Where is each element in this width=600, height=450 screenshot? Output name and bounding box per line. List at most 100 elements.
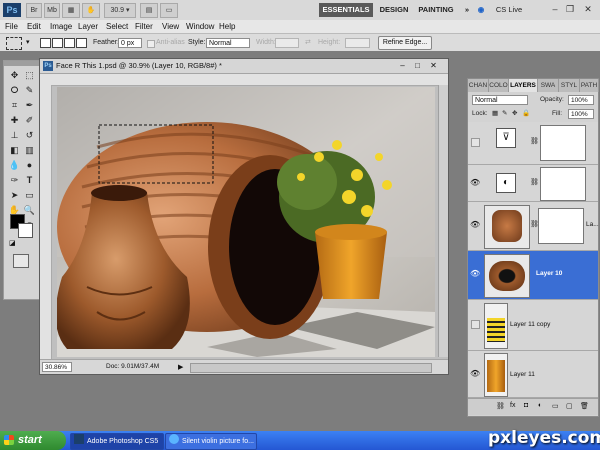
layer-name[interactable]: Layer 10 bbox=[536, 269, 562, 278]
minimize-icon[interactable]: – bbox=[549, 3, 561, 15]
eye-icon[interactable]: 👁 bbox=[470, 269, 480, 279]
layer-row[interactable]: 👁 ⛓ La... bbox=[468, 202, 599, 251]
feather-input[interactable]: 0 px bbox=[118, 38, 142, 48]
more-workspaces-button[interactable]: » bbox=[460, 3, 474, 17]
link-layers-icon[interactable]: ⛓ bbox=[496, 402, 505, 410]
new-group-icon[interactable]: ▭ bbox=[552, 402, 559, 410]
menu-layer[interactable]: Layer bbox=[78, 20, 98, 33]
document-size-info[interactable]: Doc: 9.01M/37.4M bbox=[106, 363, 159, 370]
bridge-button[interactable]: Br bbox=[26, 3, 42, 18]
eye-icon[interactable]: 👁 bbox=[470, 220, 480, 230]
hand-view-icon[interactable]: ✋ bbox=[82, 3, 100, 18]
refine-edge-button[interactable]: Refine Edge... bbox=[378, 36, 432, 50]
dodge-tool-icon[interactable]: ● bbox=[23, 159, 36, 172]
status-menu-arrow-icon[interactable]: ▶ bbox=[178, 363, 183, 371]
tab-layers[interactable]: LAYERS bbox=[509, 79, 538, 92]
menu-help[interactable]: Help bbox=[219, 20, 235, 33]
background-color-swatch[interactable] bbox=[18, 223, 33, 238]
layer-row-selected[interactable]: 👁 Layer 10 bbox=[468, 251, 598, 300]
swap-dimensions-icon[interactable]: ⇄ bbox=[305, 38, 311, 48]
lock-all-icon[interactable]: 🔒 bbox=[522, 109, 530, 119]
menu-window[interactable]: Window bbox=[186, 20, 214, 33]
tab-styles[interactable]: STYL bbox=[559, 79, 580, 92]
restore-icon[interactable]: ❐ bbox=[564, 3, 576, 15]
height-input[interactable] bbox=[345, 38, 370, 48]
layer-mask-thumbnail[interactable] bbox=[540, 167, 586, 201]
blend-mode-select[interactable]: Normal bbox=[472, 95, 528, 105]
doc-minimize-icon[interactable]: – bbox=[397, 60, 408, 71]
doc-close-icon[interactable]: ✕ bbox=[428, 60, 439, 71]
guides-view-icon[interactable]: ▦ bbox=[62, 3, 80, 18]
horizontal-scrollbar[interactable] bbox=[190, 363, 432, 373]
eye-icon[interactable]: 👁 bbox=[470, 369, 480, 379]
workspace-design[interactable]: DESIGN bbox=[377, 3, 411, 17]
layer-row[interactable]: Layer 11 copy bbox=[468, 300, 598, 351]
clone-stamp-tool-icon[interactable]: ⊥ bbox=[8, 129, 21, 142]
eraser-tool-icon[interactable]: ◧ bbox=[8, 144, 21, 157]
arrange-documents-icon[interactable]: ▤ bbox=[140, 3, 158, 18]
zoom-level-select[interactable]: 30.9 ▾ bbox=[104, 3, 136, 18]
antialias-checkbox[interactable] bbox=[147, 40, 155, 48]
eyedropper-tool-icon[interactable]: ✒ bbox=[23, 99, 36, 112]
layer-row[interactable]: ⊽ ⛓ bbox=[468, 122, 598, 165]
eye-icon[interactable]: 👁 bbox=[470, 178, 480, 188]
vertical-ruler[interactable] bbox=[40, 85, 52, 359]
intersect-selection-icon[interactable] bbox=[76, 38, 87, 48]
tools-panel-header[interactable] bbox=[4, 61, 39, 66]
tab-channels[interactable]: CHAN bbox=[468, 79, 489, 92]
minibridge-button[interactable]: Mb bbox=[44, 3, 60, 18]
add-mask-icon[interactable]: ◘ bbox=[524, 402, 528, 409]
layer-mask-thumbnail[interactable] bbox=[538, 208, 584, 244]
image-canvas[interactable] bbox=[57, 87, 435, 357]
quick-mask-icon[interactable] bbox=[13, 254, 29, 268]
path-selection-tool-icon[interactable]: ➤ bbox=[8, 189, 21, 202]
layer-row[interactable]: 👁 Layer 11 bbox=[468, 351, 598, 398]
brush-tool-icon[interactable]: ✐ bbox=[23, 114, 36, 127]
history-brush-tool-icon[interactable]: ↺ bbox=[23, 129, 36, 142]
menu-filter[interactable]: Filter bbox=[135, 20, 153, 33]
tool-preset-dropdown-icon[interactable]: ▾ bbox=[26, 38, 30, 46]
default-colors-icon[interactable]: ◪ bbox=[9, 239, 16, 247]
workspace-essentials[interactable]: ESSENTIALS bbox=[319, 3, 373, 17]
layer-thumbnail[interactable] bbox=[484, 303, 508, 349]
lock-image-icon[interactable]: ✎ bbox=[502, 109, 507, 119]
layer-thumbnail[interactable] bbox=[484, 353, 508, 397]
healing-brush-tool-icon[interactable]: ✚ bbox=[8, 114, 21, 127]
opacity-input[interactable]: 100% bbox=[568, 95, 594, 105]
fill-input[interactable]: 100% bbox=[568, 109, 594, 119]
visibility-toggle-off[interactable] bbox=[471, 138, 480, 147]
menu-select[interactable]: Select bbox=[106, 20, 128, 33]
quick-select-tool-icon[interactable]: ✎ bbox=[23, 84, 36, 97]
cs-live-menu[interactable]: CS Live bbox=[487, 3, 531, 17]
horizontal-ruler[interactable] bbox=[40, 74, 448, 86]
close-icon[interactable]: ✕ bbox=[582, 3, 594, 15]
delete-layer-icon[interactable]: 🗑 bbox=[580, 402, 589, 410]
move-tool-icon[interactable]: ✥ bbox=[8, 69, 21, 82]
layer-name[interactable]: Layer 11 copy bbox=[510, 320, 550, 329]
layer-name[interactable]: Layer 11 bbox=[510, 370, 535, 379]
menu-edit[interactable]: Edit bbox=[27, 20, 41, 33]
menu-file[interactable]: File bbox=[5, 20, 18, 33]
new-selection-icon[interactable] bbox=[40, 38, 51, 48]
lasso-tool-icon[interactable]: ⵔ bbox=[8, 84, 21, 97]
vertical-scrollbar[interactable] bbox=[438, 85, 448, 357]
lock-transparency-icon[interactable]: ▦ bbox=[492, 109, 498, 119]
doc-maximize-icon[interactable]: □ bbox=[412, 60, 423, 71]
menu-image[interactable]: Image bbox=[50, 20, 72, 33]
layer-thumbnail[interactable] bbox=[484, 254, 530, 298]
new-layer-icon[interactable]: ▢ bbox=[566, 402, 573, 410]
subtract-selection-icon[interactable] bbox=[64, 38, 75, 48]
adjustment-layer-button-icon[interactable]: ◐ bbox=[538, 402, 542, 409]
document-title-bar[interactable]: Ps Face R This 1.psd @ 30.9% (Layer 10, … bbox=[40, 59, 448, 74]
menu-view[interactable]: View bbox=[162, 20, 179, 33]
marquee-tool-preset-icon[interactable] bbox=[6, 37, 22, 50]
crop-tool-icon[interactable]: ⌗ bbox=[8, 99, 21, 112]
add-selection-icon[interactable] bbox=[52, 38, 63, 48]
type-tool-icon[interactable]: T bbox=[23, 174, 36, 187]
tab-paths[interactable]: PATH bbox=[580, 79, 599, 92]
taskbar-item-browser[interactable]: Silent violin picture fo... bbox=[165, 433, 257, 450]
layer-style-icon[interactable]: fx bbox=[510, 402, 515, 409]
layer-row[interactable]: 👁 ◐ ⛓ bbox=[468, 165, 598, 202]
tab-swatches[interactable]: SWA bbox=[538, 79, 559, 92]
blur-tool-icon[interactable]: 💧 bbox=[8, 159, 21, 172]
